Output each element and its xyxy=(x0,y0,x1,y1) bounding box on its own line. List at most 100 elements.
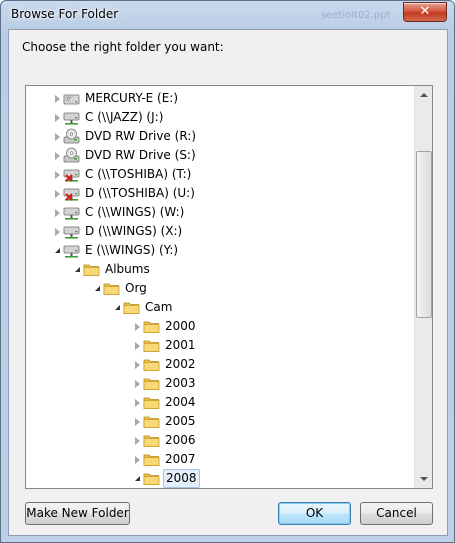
folder-icon xyxy=(143,451,160,468)
tree-item-label: 2005 xyxy=(165,414,196,428)
window-title: Browse For Folder xyxy=(11,7,119,21)
expanded-arrow-icon[interactable] xyxy=(75,267,80,272)
scroll-thumb[interactable] xyxy=(416,151,432,318)
svg-text:XP: XP xyxy=(66,96,72,101)
close-button[interactable]: ✕ xyxy=(403,2,447,22)
tree-item-label: C (\\TOSHIBA) (T:) xyxy=(85,167,192,181)
folder-icon xyxy=(123,299,140,316)
tree-item[interactable]: 2003 xyxy=(26,374,415,393)
disconnected-network-drive-icon xyxy=(63,166,80,183)
collapsed-arrow-icon[interactable] xyxy=(55,171,60,179)
tree-item[interactable]: XP MERCURY-E (E:) xyxy=(26,89,415,108)
folder-icon xyxy=(143,470,160,487)
folder-icon xyxy=(143,413,160,430)
tree-item[interactable]: 2002 xyxy=(26,355,415,374)
tree-item[interactable]: Cam xyxy=(26,298,415,317)
tree-item[interactable]: Org xyxy=(26,279,415,298)
tree-item-label: Albums xyxy=(105,262,150,276)
tree-item[interactable]: Albums xyxy=(26,260,415,279)
network-drive-icon xyxy=(63,204,80,221)
tree-item-label: D (\\TOSHIBA) (U:) xyxy=(85,186,195,200)
disconnected-network-drive-icon xyxy=(63,185,80,202)
collapsed-arrow-icon[interactable] xyxy=(135,323,140,331)
scroll-down-arrow-icon xyxy=(420,477,428,481)
collapsed-arrow-icon[interactable] xyxy=(135,437,140,445)
collapsed-arrow-icon[interactable] xyxy=(135,418,140,426)
expanded-arrow-icon[interactable] xyxy=(55,248,60,253)
collapsed-arrow-icon[interactable] xyxy=(55,190,60,198)
tree-item-label: MERCURY-E (E:) xyxy=(85,91,179,105)
expanded-arrow-icon[interactable] xyxy=(135,476,140,481)
folder-icon xyxy=(143,318,160,335)
collapsed-arrow-icon[interactable] xyxy=(55,114,60,122)
expanded-arrow-icon[interactable] xyxy=(115,305,120,310)
tree-item-label: 2003 xyxy=(165,376,196,390)
tree-item[interactable]: 2005 xyxy=(26,412,415,431)
background-ghost-text: seetiolt02.ppt xyxy=(321,10,391,21)
tree-item[interactable]: D (\\TOSHIBA) (U:) xyxy=(26,184,415,203)
title-bar[interactable]: Browse For Folder seetiolt02.ppt ✕ xyxy=(1,1,454,29)
network-drive-icon xyxy=(63,223,80,240)
tree-item[interactable]: C (\\JAZZ) (J:) xyxy=(26,108,415,127)
cancel-button[interactable]: Cancel xyxy=(360,502,433,525)
tree-item[interactable]: 2004 xyxy=(26,393,415,412)
tree-item-label: 2006 xyxy=(165,433,196,447)
make-new-folder-button[interactable]: Make New Folder xyxy=(25,502,130,525)
folder-tree-items: XP MERCURY-E (E:) C (\\JAZZ) (J:) DVD RW Dr… xyxy=(26,86,415,488)
folder-icon xyxy=(143,432,160,449)
tree-item-label: D (\\WINGS) (X:) xyxy=(85,224,183,238)
collapsed-arrow-icon[interactable] xyxy=(135,342,140,350)
scroll-down-button[interactable] xyxy=(415,471,432,488)
folder-icon xyxy=(103,280,120,297)
tree-item[interactable]: DVD RW Drive (S:) xyxy=(26,146,415,165)
tree-item-label: Org xyxy=(125,281,147,295)
collapsed-arrow-icon[interactable] xyxy=(135,361,140,369)
tree-item-label: C (\\JAZZ) (J:) xyxy=(85,110,164,124)
folder-icon xyxy=(143,356,160,373)
collapsed-arrow-icon[interactable] xyxy=(135,456,140,464)
tree-item[interactable]: 2000 xyxy=(26,317,415,336)
collapsed-arrow-icon[interactable] xyxy=(55,133,60,141)
collapsed-arrow-icon[interactable] xyxy=(55,152,60,160)
tree-item[interactable]: 2001 xyxy=(26,336,415,355)
tree-item-label: 2007 xyxy=(165,452,196,466)
collapsed-arrow-icon[interactable] xyxy=(135,399,140,407)
tree-item[interactable]: E (\\WINGS) (Y:) xyxy=(26,241,415,260)
dvd-drive-icon xyxy=(63,128,80,145)
tree-item-label: 2002 xyxy=(165,357,196,371)
collapsed-arrow-icon[interactable] xyxy=(135,380,140,388)
folder-icon xyxy=(143,337,160,354)
tree-item-label: DVD RW Drive (S:) xyxy=(85,148,196,162)
dvd-drive-icon xyxy=(63,147,80,164)
expanded-arrow-icon[interactable] xyxy=(95,286,100,291)
tree-item-label: DVD RW Drive (R:) xyxy=(85,129,197,143)
collapsed-arrow-icon[interactable] xyxy=(55,95,60,103)
tree-item-label: Cam xyxy=(145,300,173,314)
vertical-scrollbar[interactable] xyxy=(414,86,432,488)
cancel-label: Cancel xyxy=(376,506,417,520)
collapsed-arrow-icon[interactable] xyxy=(55,209,60,217)
tree-item[interactable]: 2008 xyxy=(26,469,415,488)
folder-icon xyxy=(143,375,160,392)
folder-tree[interactable]: XP MERCURY-E (E:) C (\\JAZZ) (J:) DVD RW Dr… xyxy=(25,85,433,489)
network-drive-icon xyxy=(63,242,80,259)
tree-item-label: 2000 xyxy=(165,319,196,333)
scroll-up-button[interactable] xyxy=(415,86,432,103)
make-new-folder-label: Make New Folder xyxy=(26,506,129,520)
ok-button[interactable]: OK xyxy=(278,502,351,525)
folder-icon xyxy=(83,261,100,278)
tree-item[interactable]: 2007 xyxy=(26,450,415,469)
collapsed-arrow-icon[interactable] xyxy=(55,228,60,236)
tree-item[interactable]: 2006 xyxy=(26,431,415,450)
tree-item[interactable]: C (\\TOSHIBA) (T:) xyxy=(26,165,415,184)
ok-label: OK xyxy=(305,506,324,520)
tree-item[interactable]: D (\\WINGS) (X:) xyxy=(26,222,415,241)
network-drive-icon xyxy=(63,109,80,126)
tree-item-label: C (\\WINGS) (W:) xyxy=(85,205,185,219)
tree-item[interactable]: DVD RW Drive (R:) xyxy=(26,127,415,146)
dialog-prompt: Choose the right folder you want: xyxy=(22,40,224,54)
tree-item-label: E (\\WINGS) (Y:) xyxy=(85,243,179,257)
tree-item-label: 2008 xyxy=(163,469,200,488)
disk-drive-icon: XP xyxy=(63,90,80,107)
tree-item[interactable]: C (\\WINGS) (W:) xyxy=(26,203,415,222)
